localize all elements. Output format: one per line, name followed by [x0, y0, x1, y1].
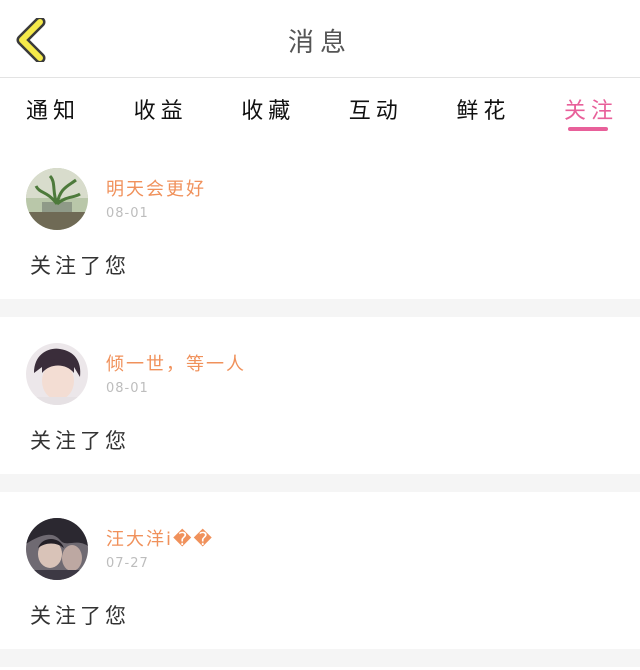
notification-list: 明天会更好 08-01 关注了您 倾一世，等一人 08-01 关注了您 汪大洋i…	[0, 142, 640, 667]
divider	[0, 474, 640, 492]
divider	[0, 649, 640, 667]
tab-bar: 通知 收益 收藏 互动 鲜花 关注	[0, 79, 640, 141]
avatar[interactable]	[26, 168, 88, 230]
tab-favorites[interactable]: 收藏	[241, 79, 295, 141]
active-tab-indicator	[567, 127, 608, 131]
list-item: 汪大洋i�� 07-27 关注了您	[0, 492, 640, 649]
tab-notice[interactable]: 通知	[26, 79, 80, 141]
tab-interactions[interactable]: 互动	[349, 79, 403, 141]
list-item: 倾一世，等一人 08-01 关注了您	[0, 317, 640, 474]
timestamp: 07-27	[106, 556, 149, 571]
notification-message: 关注了您	[30, 604, 130, 628]
tab-follow[interactable]: 关注	[564, 79, 618, 141]
tab-flowers[interactable]: 鲜花	[456, 79, 510, 141]
tab-follow-label: 关注	[563, 99, 618, 124]
list-item: 明天会更好 08-01 关注了您	[0, 142, 640, 299]
avatar[interactable]	[26, 518, 88, 580]
notification-message: 关注了您	[30, 254, 130, 278]
username[interactable]: 倾一世，等一人	[106, 350, 246, 376]
tab-earnings[interactable]: 收益	[134, 79, 188, 141]
avatar[interactable]	[26, 343, 88, 405]
timestamp: 08-01	[106, 206, 149, 221]
username[interactable]: 明天会更好	[106, 175, 206, 201]
divider	[0, 299, 640, 317]
username[interactable]: 汪大洋i��	[106, 525, 214, 551]
page-title: 消息	[287, 28, 352, 58]
timestamp: 08-01	[106, 381, 149, 396]
notification-message: 关注了您	[30, 429, 130, 453]
header-bar: 消息	[0, 0, 640, 78]
